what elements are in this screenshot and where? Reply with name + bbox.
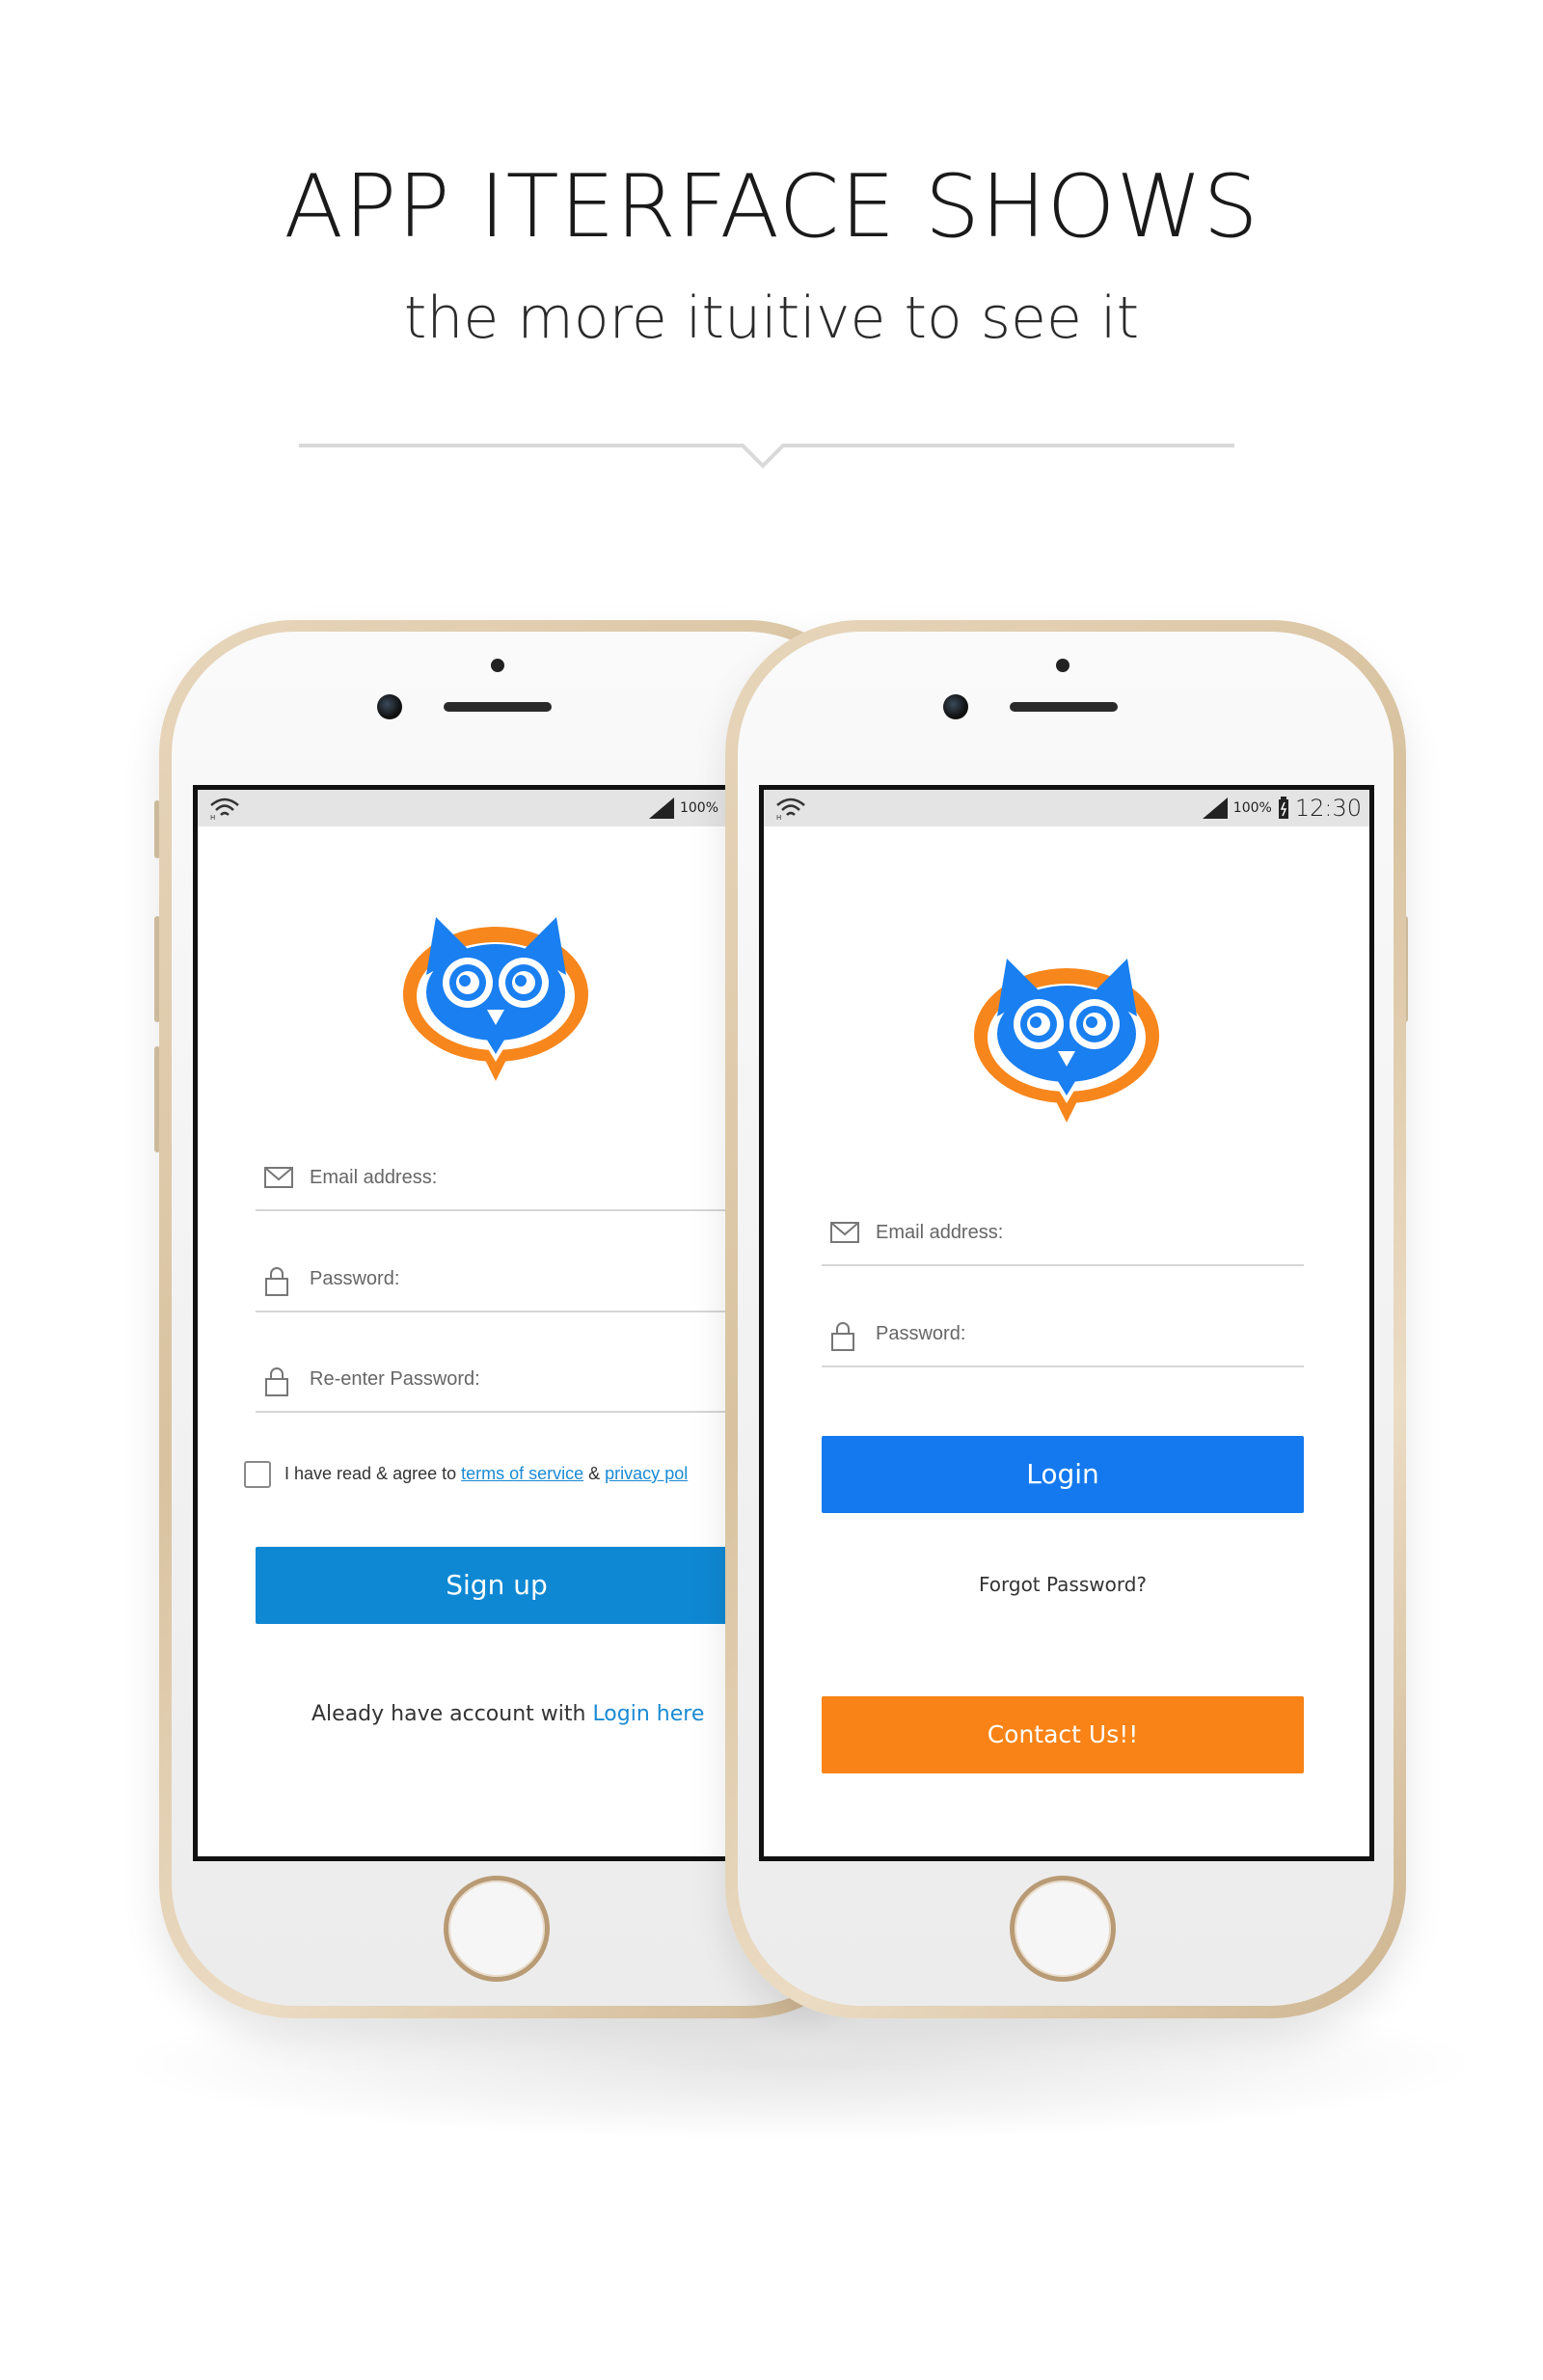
password-field[interactable]: Password: [256,1253,738,1312]
owl-logo-icon [974,959,1159,1122]
signal-icon [1202,798,1228,819]
password-placeholder: Password: [876,1323,966,1344]
email-placeholder: Email address: [876,1222,1004,1243]
owl-logo-icon [403,917,588,1081]
battery-percent: 100% [1232,800,1272,816]
front-camera [943,694,968,719]
login-here-link[interactable]: Login here [592,1702,704,1726]
email-placeholder: Email address: [310,1167,438,1188]
already-have-account-text: Aleady have account with Login here [311,1702,704,1726]
page-headline: APP ITERFACE SHOWS [284,156,1259,257]
email-field[interactable]: Email address: [256,1151,738,1211]
login-screen: H 100% 12:30 Email address: Password: Lo… [759,785,1374,1861]
status-clock: 12:30 [1294,795,1362,822]
home-button[interactable] [1010,1876,1116,1982]
divider-arrow [299,444,1234,469]
contact-us-button[interactable]: Contact Us!! [822,1696,1304,1773]
login-button[interactable]: Login [822,1436,1304,1513]
terms-checkbox[interactable] [244,1461,271,1488]
earpiece-speaker [444,702,552,712]
svg-text:H: H [210,814,215,821]
home-button[interactable] [444,1876,550,1982]
signal-icon [648,798,674,819]
wifi-icon: H [776,798,805,821]
terms-of-service-link[interactable]: terms of service [461,1464,583,1483]
agree-label: I have read & agree to [284,1464,462,1483]
page-subheadline: the more ituitive to see it [403,284,1140,352]
lock-icon [831,1322,854,1351]
svg-text:H: H [776,814,781,821]
ampersand: & [583,1464,606,1483]
proximity-sensor [1056,659,1069,672]
already-label: Aleady have account with [311,1702,593,1726]
battery-charging-icon [1278,797,1288,819]
password-field[interactable]: Password: [822,1308,1304,1367]
privacy-policy-link[interactable]: privacy pol [605,1464,688,1483]
proximity-sensor [491,659,504,672]
terms-agreement-text: I have read & agree to terms of service … [284,1464,688,1484]
reenter-password-placeholder: Re-enter Password: [310,1368,480,1390]
signup-screen: H 100% Email address: Password: Re-enter… [193,785,738,1861]
envelope-icon [830,1222,859,1243]
wifi-icon: H [210,798,239,821]
password-placeholder: Password: [310,1268,400,1289]
envelope-icon [264,1167,293,1188]
reenter-password-field[interactable]: Re-enter Password: [256,1353,738,1413]
email-field[interactable]: Email address: [822,1206,1304,1266]
earpiece-speaker [1010,702,1118,712]
status-bar: H 100% [198,790,738,826]
lock-icon [265,1267,288,1296]
forgot-password-link[interactable]: Forgot Password? [822,1573,1304,1596]
signup-button[interactable]: Sign up [256,1547,738,1624]
lock-icon [265,1367,288,1396]
battery-percent: 100% [679,800,718,816]
status-bar: H 100% 12:30 [764,790,1369,826]
front-camera [377,694,402,719]
